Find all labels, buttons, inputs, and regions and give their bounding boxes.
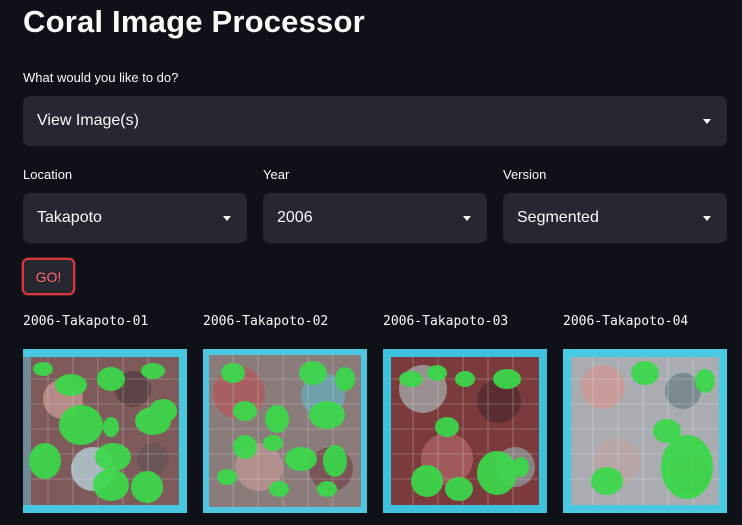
chevron-down-icon [703, 215, 711, 221]
segmented-image[interactable] [203, 349, 367, 513]
page-title: Coral Image Processor [23, 4, 365, 39]
action-select-value: View Image(s) [37, 112, 139, 129]
segmented-image[interactable] [383, 349, 547, 513]
chevron-down-icon [703, 118, 711, 124]
action-select[interactable]: View Image(s) [23, 96, 727, 146]
location-select-value: Takapoto [37, 209, 102, 226]
version-select[interactable]: Segmented [503, 193, 727, 243]
year-label: Year [263, 167, 290, 182]
version-label: Version [503, 167, 547, 182]
segmented-image[interactable] [23, 349, 187, 513]
location-label: Location [23, 167, 73, 182]
image-caption: 2006-Takapoto-03 [383, 314, 509, 329]
image-caption: 2006-Takapoto-02 [203, 314, 329, 329]
year-select[interactable]: 2006 [263, 193, 487, 243]
year-select-value: 2006 [277, 209, 313, 226]
chevron-down-icon [223, 215, 231, 221]
segmented-image[interactable] [563, 349, 727, 513]
image-caption: 2006-Takapoto-01 [23, 314, 149, 329]
location-select[interactable]: Takapoto [23, 193, 247, 243]
action-label: What would you like to do? [23, 70, 179, 85]
go-button[interactable]: GO! [22, 258, 75, 295]
version-select-value: Segmented [517, 209, 599, 226]
chevron-down-icon [463, 215, 471, 221]
image-caption: 2006-Takapoto-04 [563, 314, 689, 329]
